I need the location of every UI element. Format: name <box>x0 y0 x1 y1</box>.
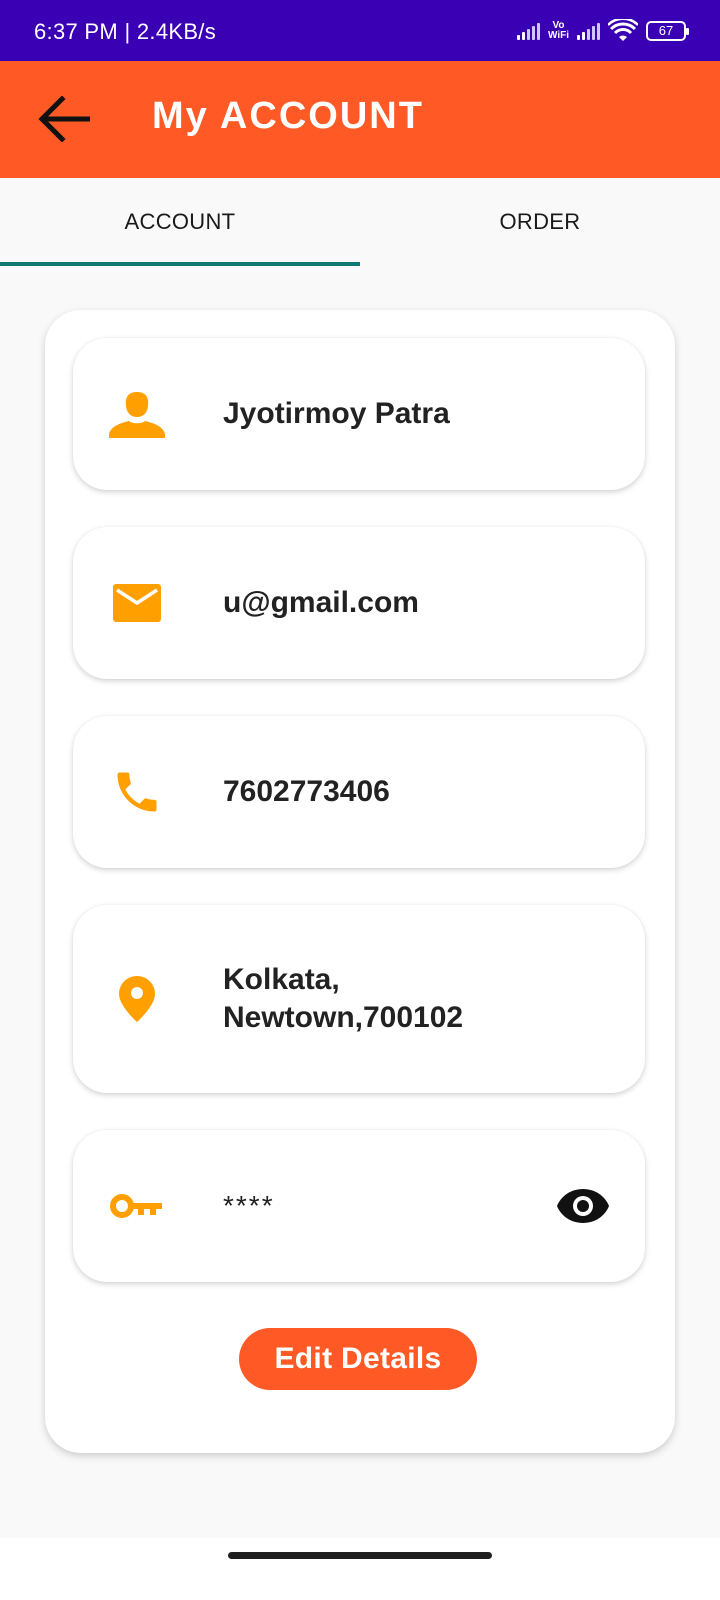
page-title: My ACCOUNT <box>152 95 424 137</box>
address-field: Kolkata, Newtown,700102 <box>73 905 645 1093</box>
wifi-icon <box>608 18 638 43</box>
address-value: Kolkata, Newtown,700102 <box>223 963 464 1034</box>
back-button[interactable] <box>36 91 92 147</box>
home-indicator[interactable] <box>228 1552 492 1559</box>
key-icon <box>107 1176 167 1236</box>
person-icon <box>107 384 167 444</box>
status-time-speed: 6:37 PM | 2.4KB/s <box>34 18 217 44</box>
eye-icon[interactable] <box>555 1178 611 1234</box>
name-value: Jyotirmoy Patra <box>223 397 450 430</box>
tab-order[interactable]: ORDER <box>360 178 720 266</box>
account-card: Jyotirmoy Patra u@gmail.com 7602773406 K… <box>45 310 675 1453</box>
signal-icon-2 <box>577 22 600 40</box>
mail-icon <box>107 573 167 633</box>
password-value: **** <box>223 1190 275 1221</box>
edit-details-button[interactable]: Edit Details <box>239 1328 477 1390</box>
arrow-back-icon <box>38 96 90 142</box>
battery-icon: 67 <box>646 20 689 41</box>
email-value: u@gmail.com <box>223 586 419 619</box>
phone-field: 7602773406 <box>73 716 645 868</box>
phone-value: 7602773406 <box>223 775 390 808</box>
tab-account[interactable]: ACCOUNT <box>0 178 360 266</box>
phone-icon <box>107 762 167 822</box>
signal-icon <box>516 22 540 40</box>
status-bar: 6:37 PM | 2.4KB/s Vo WiFi 67 <box>0 0 720 61</box>
name-field: Jyotirmoy Patra <box>73 338 645 490</box>
tab-bar: ACCOUNT ORDER <box>0 178 720 266</box>
navigation-bar <box>0 1538 720 1600</box>
email-field: u@gmail.com <box>73 527 645 679</box>
app-bar: My ACCOUNT <box>0 61 720 178</box>
location-pin-icon <box>107 969 167 1029</box>
vowifi-icon: Vo WiFi <box>547 19 569 41</box>
status-icons: Vo WiFi 67 <box>516 18 689 43</box>
password-field: **** <box>73 1130 645 1282</box>
